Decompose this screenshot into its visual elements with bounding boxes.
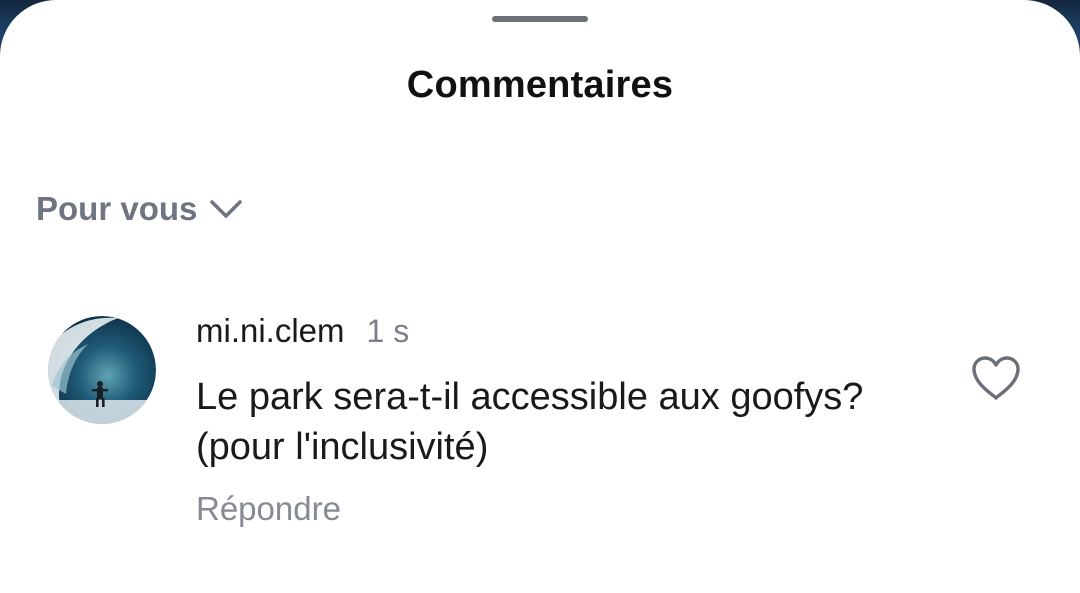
comment-timestamp: 1 s: [366, 313, 410, 349]
heart-outline-icon[interactable]: [970, 354, 1022, 402]
comment-username[interactable]: mi.ni.clem: [196, 312, 345, 350]
sort-label: Pour vous: [36, 190, 198, 227]
comment-text: Le park sera-t-il accessible aux goofys?…: [196, 376, 864, 468]
sort-dropdown[interactable]: Pour vous: [36, 190, 243, 228]
comment-header: mi.ni.clem 1 s: [196, 312, 409, 350]
comment-item: mi.ni.clem 1 s Le park sera-t-il accessi…: [0, 310, 1080, 550]
comments-bottom-sheet: Commentaires Pour vous mi.ni.clem 1 s Le…: [0, 0, 1080, 593]
drag-handle[interactable]: [492, 16, 588, 22]
avatar[interactable]: [48, 316, 156, 424]
sheet-title: Commentaires: [406, 64, 674, 106]
chevron-down-icon: [209, 198, 243, 220]
reply-button[interactable]: Répondre: [196, 490, 341, 528]
